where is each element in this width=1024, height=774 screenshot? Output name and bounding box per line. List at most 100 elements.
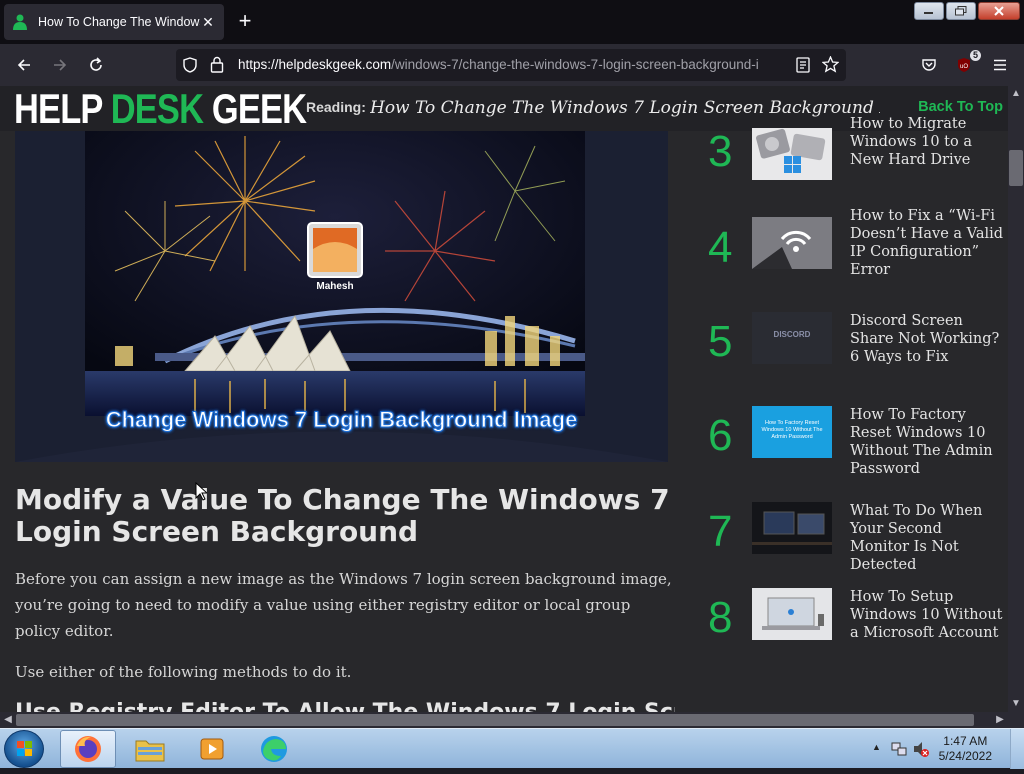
sidebar-thumbnail[interactable]: How To Factory Reset Windows 10 Without …: [752, 406, 832, 458]
scroll-down-icon[interactable]: ▼: [1008, 696, 1024, 712]
url-path: /windows-7/change-the-windows-7-login-sc…: [391, 57, 759, 72]
pocket-button[interactable]: [918, 54, 940, 76]
extension-badge: 5: [969, 50, 981, 61]
clock-date: 5/24/2022: [938, 749, 992, 763]
new-tab-button[interactable]: +: [232, 8, 258, 36]
site-logo[interactable]: HELP DESK GEEK: [14, 86, 307, 132]
person-favicon-icon: [12, 14, 28, 30]
login-user-name: Mahesh: [316, 281, 354, 292]
scroll-right-icon[interactable]: ▶: [992, 712, 1008, 728]
tab-close-icon[interactable]: ✕: [200, 14, 216, 31]
hamburger-menu-icon: [994, 59, 1006, 71]
minimize-button[interactable]: [914, 2, 944, 20]
start-button[interactable]: [4, 730, 44, 768]
horizontal-scrollbar[interactable]: ◀ ▶: [0, 712, 1008, 728]
volume-muted-icon[interactable]: [912, 740, 930, 758]
system-clock[interactable]: 1:47 AM 5/24/2022: [939, 734, 992, 764]
restore-icon: [955, 6, 967, 16]
sidebar-item-7[interactable]: 7 What To Do When Your Second Monitor Is…: [700, 502, 1005, 573]
ublock-extension-button[interactable]: uO 5: [953, 50, 981, 76]
taskbar-media-player[interactable]: [184, 730, 240, 768]
horizontal-scroll-thumb[interactable]: [16, 714, 974, 726]
hero-image: Mahesh Change Windows 7 Login Background…: [15, 131, 668, 462]
url-text[interactable]: https://helpdeskgeek.com/windows-7/chang…: [238, 57, 783, 72]
sidebar-number: 6: [708, 411, 733, 460]
tracking-shield-icon[interactable]: [182, 57, 198, 78]
article-paragraph: Use either of the following methods to d…: [15, 663, 352, 681]
reader-view-icon[interactable]: [796, 57, 810, 78]
monitors-thumbnail-icon: [752, 502, 832, 554]
media-player-icon: [200, 738, 224, 760]
folder-icon: [135, 740, 165, 762]
sidebar-item-title[interactable]: How to Fix a “Wi-Fi Doesn’t Have a Valid…: [850, 207, 1005, 279]
sidebar-item-title[interactable]: How to Migrate Windows 10 to a New Hard …: [850, 115, 1005, 169]
menu-button[interactable]: [989, 54, 1011, 76]
reload-button[interactable]: [85, 54, 107, 76]
sidebar-item-title[interactable]: Discord Screen Share Not Working? 6 Ways…: [850, 312, 1005, 366]
back-to-top-link[interactable]: Back To Top: [918, 99, 1003, 115]
sidebar-thumbnail[interactable]: [752, 502, 832, 554]
reload-icon: [90, 57, 102, 71]
ublock-shield-icon: uO: [958, 58, 970, 72]
logo-desk: DESK: [110, 86, 204, 132]
restore-button[interactable]: [946, 2, 976, 20]
article-heading: Modify a Value To Change The Windows 7 L…: [15, 483, 670, 548]
window-close-button[interactable]: [978, 2, 1020, 20]
sidebar-item-5[interactable]: 5 DISCORD Discord Screen Share Not Worki…: [700, 312, 1005, 372]
network-icon[interactable]: [890, 740, 908, 758]
scrollbar-corner: [1008, 712, 1024, 728]
sidebar-thumbnail[interactable]: [752, 588, 832, 640]
article-subheading: Use Registry Editor To Allow The Windows…: [15, 700, 675, 712]
taskbar-explorer[interactable]: [122, 730, 178, 768]
tab-title: How To Change The Windows 7: [38, 15, 200, 29]
window-close-icon: [994, 6, 1004, 16]
system-tray: ▲ 1:47 AM 5/24/2022: [864, 729, 1024, 769]
hero-caption: Change Windows 7 Login Background Image: [105, 407, 578, 433]
vertical-scroll-thumb[interactable]: [1009, 150, 1023, 186]
url-host: https://helpdeskgeek.com: [238, 57, 392, 72]
discord-logo-icon: DISCORD: [773, 330, 811, 339]
sidebar-number: 5: [708, 317, 733, 366]
scroll-up-icon[interactable]: ▲: [1008, 86, 1024, 102]
sidebar-item-6[interactable]: 6 How To Factory Reset Windows 10 Withou…: [700, 406, 1005, 477]
vertical-scrollbar[interactable]: ▲ ▼: [1008, 86, 1024, 712]
logo-geek: GEEK: [203, 86, 307, 132]
show-hidden-icons[interactable]: ▲: [872, 742, 881, 752]
sidebar-item-title[interactable]: How To Factory Reset Windows 10 Without …: [850, 406, 1005, 478]
taskbar-firefox[interactable]: [60, 730, 116, 768]
reading-title: How To Change The Windows 7 Login Screen…: [370, 98, 880, 118]
scroll-left-icon[interactable]: ◀: [0, 712, 16, 728]
reading-label: Reading:: [306, 99, 366, 115]
windows-logo-icon: [17, 741, 32, 756]
sidebar-number: 4: [708, 223, 733, 272]
back-arrow-icon: [17, 59, 30, 71]
minimize-icon: [924, 12, 933, 14]
clock-time: 1:47 AM: [943, 734, 988, 748]
browser-tab[interactable]: How To Change The Windows 7 ✕: [4, 4, 224, 40]
edge-icon: [261, 736, 287, 762]
navigation-bar: https://helpdeskgeek.com/windows-7/chang…: [0, 44, 1024, 86]
sidebar-thumbnail[interactable]: [752, 128, 832, 180]
show-desktop-button[interactable]: [1010, 729, 1024, 769]
sidebar-thumbnail[interactable]: [752, 217, 832, 269]
sidebar-number: 3: [708, 127, 733, 176]
sidebar-item-4[interactable]: 4 How to Fix a “Wi-Fi Doesn’t Have a Val…: [700, 208, 1005, 278]
forward-arrow-icon: [54, 59, 67, 71]
lock-icon[interactable]: [210, 56, 224, 78]
wifi-thumbnail-icon: [752, 217, 832, 269]
hard-drive-thumbnail-icon: [756, 128, 826, 173]
bookmark-star-icon[interactable]: [821, 55, 840, 78]
sidebar-thumbnail[interactable]: DISCORD: [752, 312, 832, 364]
forward-button[interactable]: [49, 54, 71, 76]
sidebar-number: 8: [708, 593, 733, 642]
back-button[interactable]: [13, 54, 35, 76]
pocket-icon: [922, 59, 936, 71]
taskbar-edge[interactable]: [246, 730, 302, 768]
sidebar-item-3[interactable]: 3 How to Migrate Windows 10 to a New Har…: [700, 116, 1005, 184]
sidebar-item-8[interactable]: 8 How To Setup Windows 10 Without a Micr…: [700, 588, 1005, 648]
url-bar[interactable]: https://helpdeskgeek.com/windows-7/chang…: [176, 49, 846, 81]
sidebar-item-title[interactable]: What To Do When Your Second Monitor Is N…: [850, 502, 1005, 574]
sidebar-number: 7: [708, 507, 733, 556]
sidebar-item-title[interactable]: How To Setup Windows 10 Without a Micros…: [850, 588, 1005, 642]
thumbnail-caption: How To Factory Reset Windows 10 Without …: [761, 420, 823, 440]
